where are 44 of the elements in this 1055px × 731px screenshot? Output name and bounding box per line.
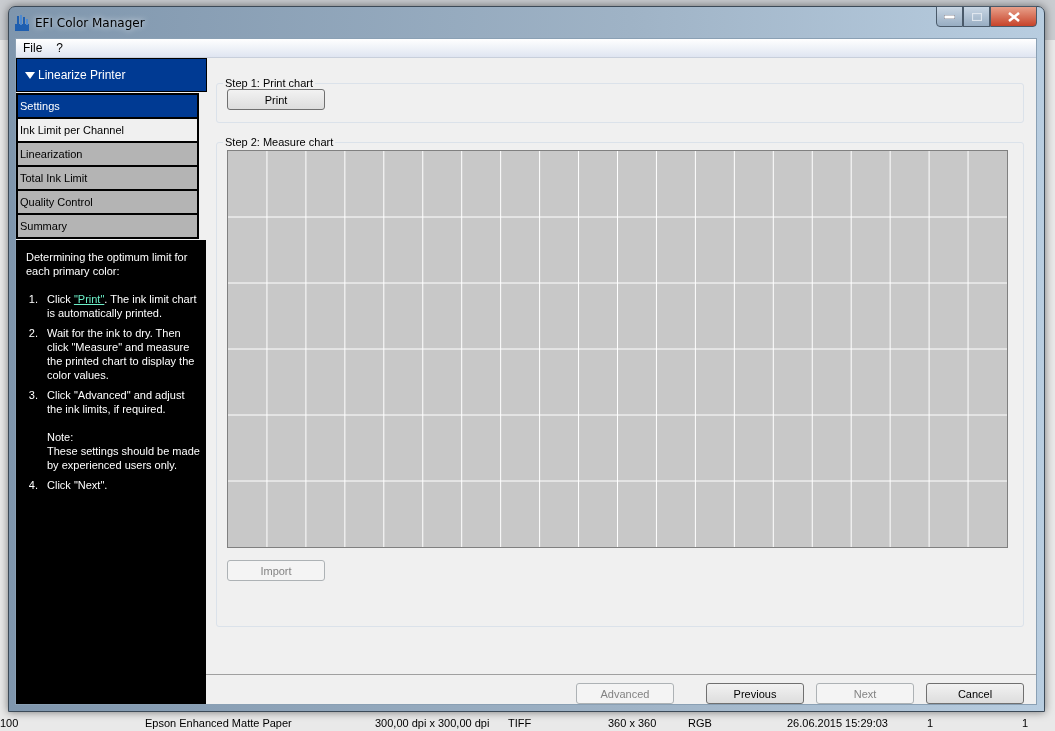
table-cell: TIFF xyxy=(508,716,532,729)
sidebar-item[interactable]: Quality Control xyxy=(16,191,199,215)
menu-item[interactable]: File xyxy=(23,41,43,55)
table-cell: 1 xyxy=(1022,716,1029,729)
app-icon xyxy=(15,14,29,31)
note-text: These settings should be made by experienced users only. xyxy=(47,444,200,472)
sidebar-item[interactable]: Ink Limit per Channel xyxy=(16,119,199,143)
close-icon xyxy=(1007,11,1020,22)
sidebar-item[interactable]: Settings xyxy=(16,93,199,119)
maximize-icon xyxy=(971,12,982,21)
close-button[interactable] xyxy=(990,6,1037,27)
minimize-icon xyxy=(944,14,955,19)
step-number: 4. xyxy=(27,478,39,492)
sidebar-item[interactable]: Summary xyxy=(16,215,199,239)
note-label: Note: xyxy=(47,430,75,444)
window-title: EFI Color Manager xyxy=(35,15,145,30)
step-number: 3. xyxy=(27,388,39,403)
table-cell: Epson Enhanced Matte Paper xyxy=(145,716,292,729)
sidebar-item[interactable]: Linearization xyxy=(16,143,199,167)
table-cell: 100 xyxy=(0,716,19,729)
help-intro: Determining the optimum limit for each primary color: xyxy=(26,250,189,278)
step-number: 2. xyxy=(27,326,39,341)
table-cell: 360 x 360 xyxy=(608,716,657,729)
step-number: 1. xyxy=(27,292,39,307)
help-step: Click "Print". The ink limit chart is automatically printed. xyxy=(47,292,200,320)
menu-item[interactable]: ? xyxy=(56,41,64,55)
footer-button[interactable]: Cancel xyxy=(926,683,1024,704)
print-link[interactable]: "Print" xyxy=(73,293,105,305)
table-cell: 26.06.2015 15:29:03 xyxy=(787,716,888,729)
footer-button[interactable]: Previous xyxy=(706,683,804,704)
help-step: Click "Advanced" and adjust the ink limits, if required. xyxy=(47,388,200,416)
group-title: Step 1: Print chart xyxy=(224,77,315,89)
help-step: Wait for the ink to dry. Then click "Measure" and measure the printed chart to display the color values. xyxy=(47,326,200,382)
table-cell: 1 xyxy=(927,716,934,729)
triangle-down-icon xyxy=(25,71,35,79)
minimize-button[interactable] xyxy=(936,6,963,27)
section-header[interactable]: Linearize Printer xyxy=(16,58,207,92)
maximize-button[interactable] xyxy=(963,6,990,27)
table-cell: 300,00 dpi x 300,00 dpi xyxy=(375,716,490,729)
sidebar-item[interactable]: Total Ink Limit xyxy=(16,167,199,191)
table-cell: RGB xyxy=(688,716,712,729)
help-step: Click "Next". xyxy=(47,478,200,492)
print-button[interactable]: Print xyxy=(227,89,325,110)
group-title: Step 2: Measure chart xyxy=(224,136,335,148)
